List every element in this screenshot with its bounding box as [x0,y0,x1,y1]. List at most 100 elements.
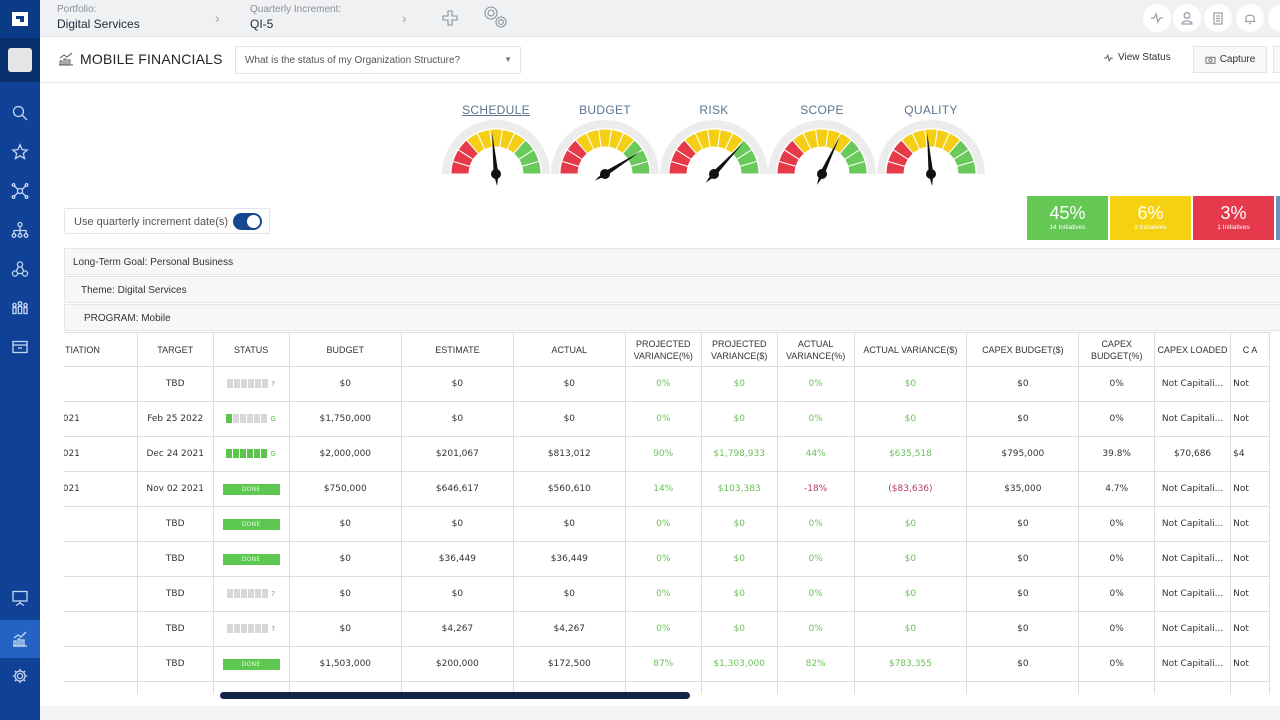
group-row-program[interactable]: PROGRAM: Mobile [64,304,1280,331]
more-button[interactable] [1268,4,1280,32]
caret-down-icon: ▼ [504,55,512,64]
horizontal-scrollbar[interactable] [220,692,690,699]
cell-capex-pct: 0% [1078,401,1155,437]
status-done-badge: DONE [222,518,280,530]
table-row[interactable]: ·TBD DONE $1,503,000$200,000$172,50087%$1,… [64,646,1270,682]
notifications-button[interactable] [1236,4,1264,32]
app-logo[interactable] [0,0,40,38]
column-header[interactable]: ACTUAL VARIANCE($) [853,332,968,367]
chevron-right-icon: › [215,10,220,26]
cell-estimate: $200,000 [400,646,514,682]
column-header[interactable]: PROJECTED VARIANCE($) [700,332,778,367]
activity-button[interactable] [1143,4,1171,32]
cell-capex-budget: $0 [966,541,1080,577]
kpi-tile-yellow[interactable]: 6% 2 Initiatives [1110,196,1191,240]
column-header[interactable]: ESTIMATE [400,332,514,367]
sidebar-item-financials[interactable] [0,620,40,658]
cell-av-usd: $783,355 [853,646,968,682]
bell-icon [1245,14,1255,25]
sidebar-item-presentation[interactable] [0,580,40,616]
table-row[interactable]: 2021Dec 24 2021 G $2,000,000$201,067$813,0… [64,436,1270,472]
cell-estimate: $201,067 [400,436,514,472]
kpi-tile-blue[interactable] [1276,196,1280,240]
column-header[interactable]: PROJECTED VARIANCE(%) [624,332,702,367]
column-header[interactable]: ACTUAL VARIANCE(%) [776,332,855,367]
kpi-tile-green[interactable]: 45% 14 Initiatives [1027,196,1108,240]
cell-capex-loaded: Not Capitali... [1153,576,1232,612]
table-header-row: TIATION TARGET STATUS BUDGET ESTIMATE ACTUAL P… [64,332,1270,367]
cell-actual: $4,267 [512,611,626,647]
table-row[interactable]: ·TBD?$0$0$00%$00%$0$00%Not Capitali...No… [64,366,1270,402]
cell-status: DONE [212,646,290,682]
sidebar-item-hierarchy[interactable] [0,212,40,248]
gauge-scope[interactable]: SCOPE [767,102,877,192]
sidebar-item-teams[interactable] [0,290,40,326]
sidebar-item-favorites[interactable] [0,134,40,170]
cell-capex-budget: $795,000 [966,436,1080,472]
cell-actual: $0 [512,366,626,402]
user-button[interactable] [1173,4,1201,32]
table-row[interactable]: ·TBDDONE$0$36,449$36,4490%$00%$0$00%Not … [64,541,1270,577]
more-actions-button[interactable] [1273,46,1280,73]
gauge-budget[interactable]: BUDGET [550,102,660,192]
view-status-button[interactable]: View Status [1103,52,1171,63]
progress-segment [247,414,254,423]
add-icon[interactable] [441,9,459,27]
column-header[interactable]: CAPEX LOADED [1153,332,1232,367]
cell-target: Dec 24 2021 [136,436,214,472]
column-header[interactable]: CAPEX BUDGET($) [966,332,1080,367]
gauge-dial [877,120,985,186]
capture-button[interactable]: Capture [1193,46,1267,73]
gauge-title[interactable]: RISK [659,103,769,117]
avatar [8,48,32,72]
cell-init: · [64,506,138,542]
gauge-title[interactable]: QUALITY [876,103,986,117]
clipboard-button[interactable] [1204,4,1232,32]
table-row[interactable]: ·TBDDONE$0$0$00%$00%$0$00%Not Capitali..… [64,506,1270,542]
gauge-schedule[interactable]: SCHEDULE [441,102,551,192]
status-progress-bar: ? [227,379,275,388]
view-status-label: View Status [1118,52,1171,63]
column-header[interactable]: C A [1230,332,1270,367]
status-mark: ? [271,589,275,598]
gauge-risk[interactable]: RISK [659,102,769,192]
cell-av-pct: -18% [776,471,855,507]
gauge-title[interactable]: BUDGET [550,103,660,117]
column-header[interactable]: STATUS [212,332,290,367]
sidebar-item-settings[interactable] [0,658,40,694]
group-row-goal[interactable]: Long-Term Goal: Personal Business [64,248,1280,275]
column-header[interactable]: BUDGET [288,332,402,367]
sidebar-item-inbox[interactable] [0,329,40,365]
progress-segment [262,379,269,388]
hierarchy-icon [11,221,29,238]
gauge-title[interactable]: SCOPE [767,103,877,117]
user-avatar-button[interactable] [0,38,40,82]
sidebar-item-network[interactable] [0,173,40,209]
question-dropdown[interactable]: What is the status of my Organization St… [235,46,521,74]
quarterly-dates-toggle[interactable] [233,213,262,230]
kpi-tile-red[interactable]: 3% 1 Initiatives [1193,196,1274,240]
cell-actual: $560,610 [512,471,626,507]
column-header[interactable]: TIATION [64,332,138,367]
gears-icon[interactable] [482,4,510,30]
cell-budget: $0 [288,366,402,402]
sidebar-item-groups[interactable] [0,251,40,287]
table-row[interactable]: 2021Feb 25 2022G$1,750,000$0$00%$00%$0$0… [64,401,1270,437]
gauge-dial [768,120,876,185]
portfolio-selector[interactable]: Portfolio: Digital Services [57,4,140,31]
column-header[interactable]: ACTUAL [512,332,626,367]
cell-pv-usd: $0 [700,541,778,577]
table-row[interactable]: 2021Nov 02 2021 DONE $750,000$646,617$560,… [64,471,1270,507]
increment-selector[interactable]: Quarterly Increment: QI-5 [250,4,341,31]
gauge-title[interactable]: SCHEDULE [441,103,551,117]
group-row-theme[interactable]: Theme: Digital Services [64,276,1280,303]
table-row[interactable]: ·TBD?$0$0$00%$00%$0$00%Not Capitali...No… [64,576,1270,612]
increment-value: QI-5 [250,17,274,31]
gauge-quality[interactable]: QUALITY [876,102,986,192]
sidebar-item-search[interactable] [0,95,40,131]
column-header[interactable]: TARGET [136,332,214,367]
table-row[interactable]: ·TBD?$0$4,267$4,2670%$00%$0$00%Not Capit… [64,611,1270,647]
column-header[interactable]: CAPEX BUDGET(%) [1078,332,1155,367]
cell-pv-usd: $103,383 [700,471,778,507]
cell-pv-usd: $1,303,000 [700,646,778,682]
